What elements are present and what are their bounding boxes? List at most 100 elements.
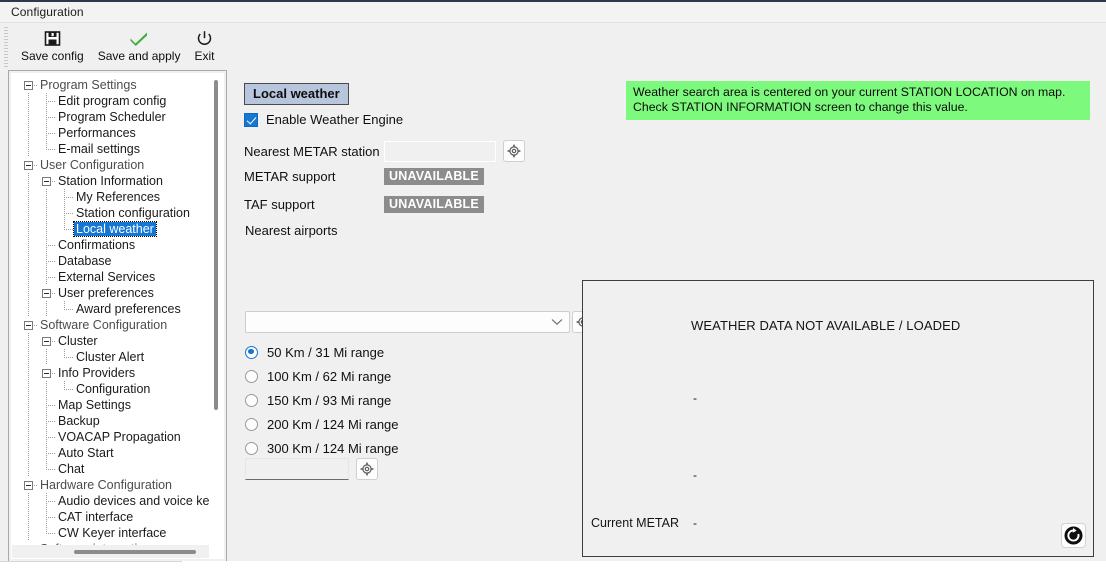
tree-item-cluster[interactable]: Cluster <box>12 333 209 349</box>
nearest-airports-select[interactable] <box>245 311 570 333</box>
tree-item-configuration[interactable]: Configuration <box>12 381 209 397</box>
tree-expander-icon[interactable] <box>24 161 33 170</box>
tree-guide <box>28 125 29 141</box>
range-radio-3[interactable] <box>245 417 258 431</box>
tree-expander-icon[interactable] <box>42 177 51 186</box>
tree-guide <box>46 245 55 246</box>
tree-guide <box>28 141 29 157</box>
tree-item-info-providers[interactable]: Info Providers <box>12 365 209 381</box>
tree-item-program-settings[interactable]: Program Settings <box>12 77 209 93</box>
tree-guide <box>46 381 47 397</box>
range-radio-label-1: 100 Km / 62 Mi range <box>267 368 392 384</box>
tree-expander-icon[interactable] <box>24 481 33 490</box>
green-check-icon <box>129 28 149 48</box>
range-radio-option-1[interactable]: 100 Km / 62 Mi range <box>245 364 399 388</box>
tree-expander-icon[interactable] <box>42 369 51 378</box>
range-radio-1[interactable] <box>245 369 258 383</box>
chevron-down-icon <box>551 319 563 326</box>
tree-item-hardware-configuration[interactable]: Hardware Configuration <box>12 477 209 493</box>
tree-item-label: Chat <box>58 462 85 476</box>
tree-item-user-preferences[interactable]: User preferences <box>12 285 209 301</box>
tree-guide <box>28 509 29 525</box>
tree-item-label: Backup <box>58 414 100 428</box>
tree-expander-icon[interactable] <box>42 337 51 346</box>
tree-expander-icon[interactable] <box>24 81 33 90</box>
tree-item-label: Configuration <box>76 382 151 396</box>
save-config-label: Save config <box>21 49 84 63</box>
tree-guide <box>64 309 73 310</box>
tree-item-award-preferences[interactable]: Award preferences <box>12 301 209 317</box>
tree-item-edit-program-config[interactable]: Edit program config <box>12 93 209 109</box>
tree-vertical-scrollbar[interactable] <box>209 74 223 545</box>
tree-item-confirmations[interactable]: Confirmations <box>12 237 209 253</box>
save-and-apply-button[interactable]: Save and apply <box>91 26 188 63</box>
page-title: Local weather <box>244 83 349 105</box>
current-metar-label: Current METAR <box>591 516 679 530</box>
save-and-apply-label: Save and apply <box>97 49 181 63</box>
tree-expander-icon[interactable] <box>42 289 51 298</box>
tree-vertical-scrollbar-thumb[interactable] <box>214 80 218 410</box>
tree-guide <box>46 101 55 102</box>
tree-item-cluster-alert[interactable]: Cluster Alert <box>12 349 209 365</box>
tree-guide <box>46 117 55 118</box>
tree-item-my-references[interactable]: My References <box>12 189 209 205</box>
tree-guide <box>46 261 55 262</box>
custom-range-input[interactable] <box>245 458 349 480</box>
tree-item-auto-start[interactable]: Auto Start <box>12 445 209 461</box>
tree-guide <box>28 285 29 301</box>
tree-item-label: Award preferences <box>76 302 181 316</box>
tree-item-database[interactable]: Database <box>12 253 209 269</box>
tree-horizontal-scrollbar[interactable] <box>12 545 209 558</box>
tree-item-program-scheduler[interactable]: Program Scheduler <box>12 109 209 125</box>
tree-item-cat-interface[interactable]: CAT interface <box>12 509 209 525</box>
range-radio-2[interactable] <box>245 393 258 407</box>
custom-range-locate-button[interactable] <box>356 458 378 480</box>
range-radio-option-2[interactable]: 150 Km / 93 Mi range <box>245 388 399 412</box>
range-radio-option-3[interactable]: 200 Km / 124 Mi range <box>245 412 399 436</box>
tree-expander-icon[interactable] <box>24 321 33 330</box>
tree-item-local-weather[interactable]: Local weather <box>12 221 209 237</box>
tree-item-cw-keyer-interface[interactable]: CW Keyer interface <box>12 525 209 541</box>
tree-item-label: Program Settings <box>40 78 137 92</box>
tree-item-label: Cluster <box>58 334 98 348</box>
tree-guide <box>64 197 73 198</box>
tree-item-chat[interactable]: Chat <box>12 461 209 477</box>
range-radio-option-4[interactable]: 300 Km / 124 Mi range <box>245 436 399 460</box>
notice-line-2: Check STATION INFORMATION screen to chan… <box>633 100 968 114</box>
nearest-metar-station-locate-button[interactable] <box>503 140 525 162</box>
range-radio-option-0[interactable]: 50 Km / 31 Mi range <box>245 340 399 364</box>
nearest-metar-station-input[interactable] <box>384 140 496 162</box>
range-radio-4[interactable] <box>245 441 258 455</box>
tree-item-external-services[interactable]: External Services <box>12 269 209 285</box>
toolbar: Save config Save and apply Exit <box>0 23 1106 70</box>
tree-item-performances[interactable]: Performances <box>12 125 209 141</box>
tree-item-label: E-mail settings <box>58 142 140 156</box>
tree-item-label: CAT interface <box>58 510 134 524</box>
tree-item-station-information[interactable]: Station Information <box>12 173 209 189</box>
enable-weather-engine-row[interactable]: Enable Weather Engine <box>244 112 403 127</box>
weather-field-1-value: - <box>693 391 697 405</box>
weather-refresh-button[interactable] <box>1061 523 1086 548</box>
tree-item-audio-devices-and-voice-keyer[interactable]: Audio devices and voice keyer <box>12 493 209 509</box>
settings-tree[interactable]: Program Settings Edit program config Progr… <box>11 73 224 559</box>
range-radio-0[interactable] <box>245 345 258 359</box>
tree-item-label: VOACAP Propagation <box>58 430 181 444</box>
metar-support-status-badge: UNAVAILABLE <box>384 168 484 185</box>
tree-guide <box>46 149 55 150</box>
tree-guide <box>28 237 29 253</box>
tree-item-station-configuration[interactable]: Station configuration <box>12 205 209 221</box>
tree-item-backup[interactable]: Backup <box>12 413 209 429</box>
tree-guide <box>28 221 29 237</box>
exit-button[interactable]: Exit <box>187 26 221 63</box>
enable-weather-engine-checkbox[interactable] <box>244 112 258 127</box>
tree-guide <box>64 213 73 214</box>
tree-item-voacap-propagation[interactable]: VOACAP Propagation <box>12 429 209 445</box>
tree-item-label: External Services <box>58 270 156 284</box>
tree-horizontal-scrollbar-thumb[interactable] <box>74 550 196 554</box>
tree-item-user-configuration[interactable]: User Configuration <box>12 157 209 173</box>
tree-item-map-settings[interactable]: Map Settings <box>12 397 209 413</box>
tree-item-label: Info Providers <box>58 366 136 380</box>
tree-item-e-mail-settings[interactable]: E-mail settings <box>12 141 209 157</box>
tree-item-software-configuration[interactable]: Software Configuration <box>12 317 209 333</box>
save-config-button[interactable]: Save config <box>14 26 91 63</box>
